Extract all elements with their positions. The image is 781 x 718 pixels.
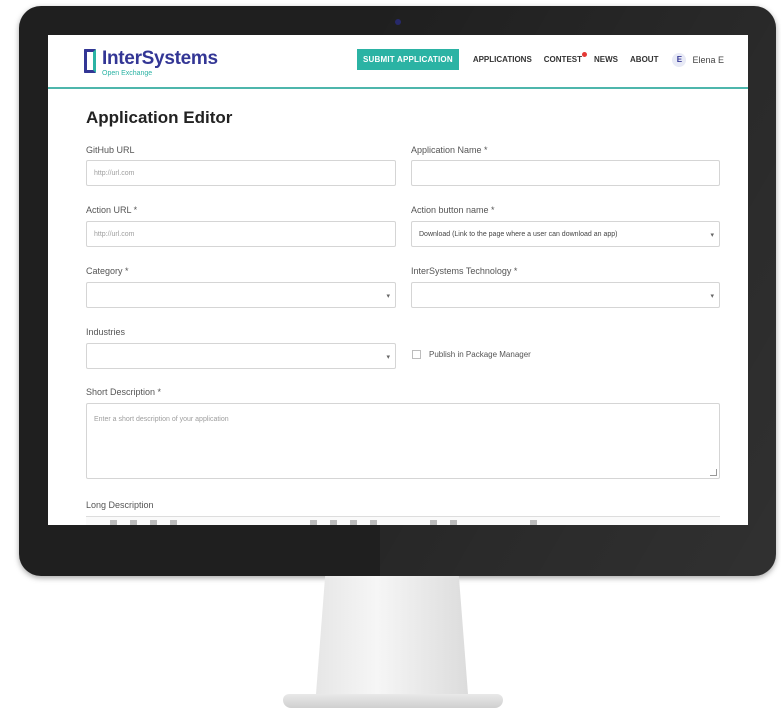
user-avatar[interactable]: E: [672, 52, 687, 67]
screen: InterSystems Open Exchange SUBMIT APPLIC…: [48, 35, 748, 525]
chevron-down-icon: ▾: [710, 293, 714, 300]
chevron-down-icon: ▾: [386, 293, 390, 300]
github-url-input[interactable]: http://url.com: [86, 160, 396, 186]
nav-contest-label: CONTEST: [543, 55, 583, 64]
main-nav: SUBMIT APPLICATION APPLICATIONS CONTEST …: [356, 49, 724, 70]
preview-icon[interactable]: [530, 520, 537, 525]
technology-label: InterSystems Technology *: [411, 266, 518, 276]
top-navigation: InterSystems Open Exchange SUBMIT APPLIC…: [48, 35, 748, 89]
logo-mark-icon: [84, 49, 96, 73]
short-description-label: Short Description *: [86, 387, 162, 397]
category-select[interactable]: ▾: [86, 282, 396, 308]
image-icon[interactable]: [430, 520, 437, 525]
technology-select[interactable]: ▾: [411, 282, 720, 308]
heading-icon[interactable]: [150, 520, 157, 525]
action-button-name-label: Action button name *: [411, 205, 495, 215]
italic-icon[interactable]: [130, 520, 137, 525]
resize-handle-icon[interactable]: [710, 469, 717, 476]
short-description-placeholder: Enter a short description of your applic…: [94, 416, 229, 423]
editor-toolbar: [86, 516, 720, 525]
logo[interactable]: InterSystems Open Exchange: [84, 49, 218, 78]
short-description-textarea[interactable]: Enter a short description of your applic…: [86, 403, 720, 479]
industries-select[interactable]: ▾: [86, 343, 396, 369]
bold-icon[interactable]: [110, 520, 117, 525]
publish-package-manager-label: Publish in Package Manager: [429, 350, 531, 359]
page-title: Application Editor: [86, 108, 233, 127]
chevron-down-icon: ▾: [710, 232, 714, 239]
strike-icon[interactable]: [170, 520, 177, 525]
action-button-name-value: Download (Link to the page where a user …: [419, 230, 618, 238]
notification-dot-icon: [582, 52, 588, 57]
list-icon[interactable]: [310, 520, 317, 525]
github-url-label: GitHub URL: [86, 145, 135, 155]
submit-application-button[interactable]: SUBMIT APPLICATION: [356, 49, 459, 70]
table-icon[interactable]: [450, 520, 457, 525]
ordered-list-icon[interactable]: [330, 520, 337, 525]
action-url-placeholder: http://url.com: [94, 230, 135, 238]
logo-title: InterSystems: [102, 48, 218, 69]
webcam: [395, 19, 401, 25]
action-url-label: Action URL *: [86, 205, 138, 215]
link-icon[interactable]: [370, 520, 377, 525]
nav-news[interactable]: NEWS: [594, 55, 618, 64]
action-button-name-select[interactable]: Download (Link to the page where a user …: [411, 221, 720, 247]
application-name-label: Application Name *: [411, 145, 488, 155]
action-url-input[interactable]: http://url.com: [86, 221, 396, 247]
monitor-base: [283, 694, 503, 708]
logo-subtitle: Open Exchange: [102, 70, 153, 77]
github-url-placeholder: http://url.com: [94, 169, 135, 177]
monitor-stand: [316, 576, 468, 694]
user-name[interactable]: Elena E: [692, 55, 724, 65]
nav-applications[interactable]: APPLICATIONS: [473, 55, 532, 64]
publish-package-manager-checkbox[interactable]: [412, 350, 421, 359]
industries-label: Industries: [86, 327, 126, 337]
nav-about[interactable]: ABOUT: [630, 55, 658, 64]
chevron-down-icon: ▾: [386, 354, 390, 361]
long-description-label: Long Description: [86, 500, 154, 510]
application-name-input[interactable]: [411, 160, 720, 186]
nav-contest[interactable]: CONTEST: [543, 52, 588, 64]
quote-icon[interactable]: [350, 520, 357, 525]
category-label: Category *: [86, 266, 129, 276]
